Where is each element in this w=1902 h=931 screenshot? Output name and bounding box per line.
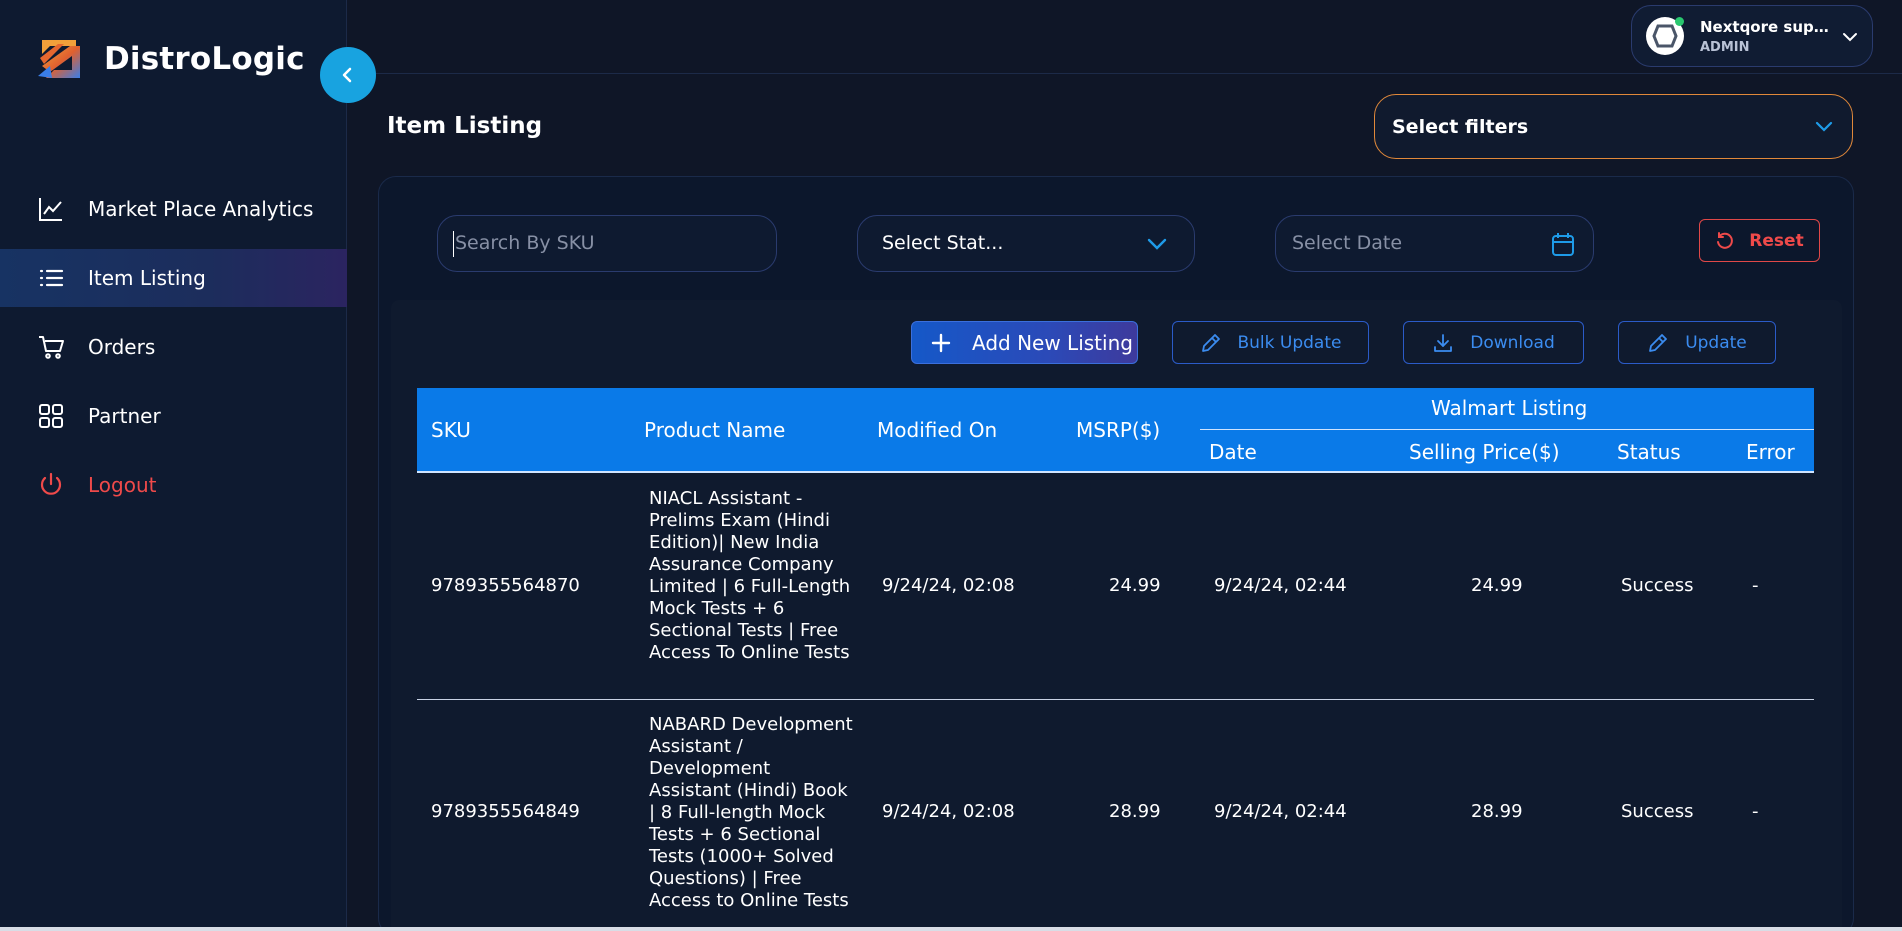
sidebar-item-label: Logout — [88, 473, 157, 497]
column-header-status[interactable]: Status — [1617, 440, 1681, 464]
sidebar-item-orders[interactable]: Orders — [0, 318, 347, 376]
chevron-down-icon — [1815, 121, 1833, 132]
date-picker[interactable]: Select Date — [1275, 215, 1594, 272]
cell-selling-price: 24.99 — [1471, 575, 1523, 596]
pencil-icon — [1649, 333, 1668, 352]
column-header-sku[interactable]: SKU — [431, 418, 471, 442]
update-button[interactable]: Update — [1618, 321, 1776, 364]
sidebar-item-logout[interactable]: Logout — [0, 456, 347, 514]
sidebar-collapse-button[interactable] — [320, 47, 376, 103]
column-header-date[interactable]: Date — [1209, 440, 1257, 464]
user-role: ADMIN — [1700, 39, 1750, 55]
calendar-icon[interactable] — [1551, 231, 1575, 257]
brand-name: DistroLogic — [104, 41, 305, 77]
sidebar-item-item-listing[interactable]: Item Listing — [0, 249, 347, 307]
cell-sku: 9789355564849 — [431, 801, 580, 822]
horizontal-scrollbar[interactable] — [0, 927, 1902, 931]
select-filters-dropdown[interactable]: Select filters — [1374, 94, 1853, 159]
column-group-walmart-listing: Walmart Listing — [1431, 396, 1588, 420]
cell-modified-on: 9/24/24, 02:08 — [882, 801, 1015, 822]
column-header-modified-on[interactable]: Modified On — [877, 418, 997, 442]
cell-msrp: 28.99 — [1109, 801, 1161, 822]
user-menu[interactable]: Nextqore supp... ADMIN — [1631, 5, 1873, 67]
cell-status: Success — [1621, 575, 1694, 596]
cell-msrp: 24.99 — [1109, 575, 1161, 596]
cell-error: - — [1752, 801, 1759, 822]
sidebar-nav: Market Place Analytics Item Listing Orde… — [0, 180, 347, 525]
cell-date: 9/24/24, 02:44 — [1214, 575, 1347, 596]
sidebar-item-label: Item Listing — [88, 266, 206, 290]
cell-product-name: NIACL Assistant - Prelims Exam (Hindi Ed… — [649, 488, 851, 663]
page-title: Item Listing — [387, 113, 543, 139]
cell-modified-on: 9/24/24, 02:08 — [882, 575, 1015, 596]
search-input[interactable]: Search By SKU — [437, 215, 777, 272]
chevron-down-icon — [1147, 238, 1167, 250]
user-name: Nextqore supp... — [1700, 17, 1836, 36]
chart-icon — [36, 194, 66, 224]
bulk-update-label: Bulk Update — [1237, 332, 1342, 353]
sidebar-item-market-place-analytics[interactable]: Market Place Analytics — [0, 180, 347, 238]
brand-logo[interactable]: DistroLogic — [36, 36, 305, 82]
reset-icon — [1717, 231, 1734, 249]
pencil-icon — [1201, 333, 1220, 352]
header-divider — [1200, 429, 1814, 430]
top-bar: Nextqore supp... ADMIN — [347, 0, 1902, 74]
sidebar-item-label: Orders — [88, 335, 156, 359]
table-row[interactable]: 9789355564849 NABARD Development Assista… — [417, 700, 1814, 931]
add-new-listing-label: Add New Listing — [972, 330, 1133, 355]
download-icon — [1434, 333, 1453, 352]
column-header-product-name[interactable]: Product Name — [644, 418, 785, 442]
cell-sku: 9789355564870 — [431, 575, 580, 596]
power-icon — [36, 470, 66, 500]
table-header: SKU Product Name Modified On MSRP($) Wal… — [417, 388, 1814, 472]
sidebar-item-label: Market Place Analytics — [88, 197, 314, 221]
sidebar-item-label: Partner — [88, 404, 161, 428]
cell-product-name: NABARD Development Assistant / Developme… — [649, 714, 853, 911]
column-header-msrp[interactable]: MSRP($) — [1076, 418, 1160, 442]
avatar — [1646, 17, 1684, 55]
sidebar-item-partner[interactable]: Partner — [0, 387, 347, 445]
online-status-dot — [1675, 17, 1684, 26]
status-dropdown[interactable]: Select Stat... — [857, 215, 1195, 272]
select-filters-label: Select filters — [1392, 115, 1529, 138]
cell-selling-price: 28.99 — [1471, 801, 1523, 822]
cell-error: - — [1752, 575, 1759, 596]
cell-date: 9/24/24, 02:44 — [1214, 801, 1347, 822]
table-row[interactable]: 9789355564870 NIACL Assistant - Prelims … — [417, 473, 1814, 699]
logo-icon — [36, 36, 86, 82]
reset-label: Reset — [1749, 230, 1804, 251]
reset-button[interactable]: Reset — [1699, 219, 1820, 262]
download-button[interactable]: Download — [1403, 321, 1584, 364]
grid-icon — [36, 401, 66, 431]
download-label: Download — [1470, 332, 1555, 353]
add-new-listing-button[interactable]: Add New Listing — [911, 321, 1138, 364]
column-header-error[interactable]: Error — [1746, 440, 1795, 464]
cell-status: Success — [1621, 801, 1694, 822]
status-dropdown-value: Select Stat... — [882, 232, 1004, 254]
bulk-update-button[interactable]: Bulk Update — [1172, 321, 1369, 364]
chevron-down-icon — [1843, 33, 1857, 42]
plus-icon — [931, 333, 951, 352]
column-header-selling-price[interactable]: Selling Price($) — [1409, 440, 1560, 464]
update-label: Update — [1685, 332, 1747, 353]
date-picker-placeholder: Select Date — [1292, 232, 1403, 254]
sidebar: DistroLogic Market Place Analytics Item … — [0, 0, 347, 931]
cart-icon — [36, 332, 66, 362]
chevron-left-icon — [342, 67, 352, 83]
list-icon — [36, 263, 66, 293]
